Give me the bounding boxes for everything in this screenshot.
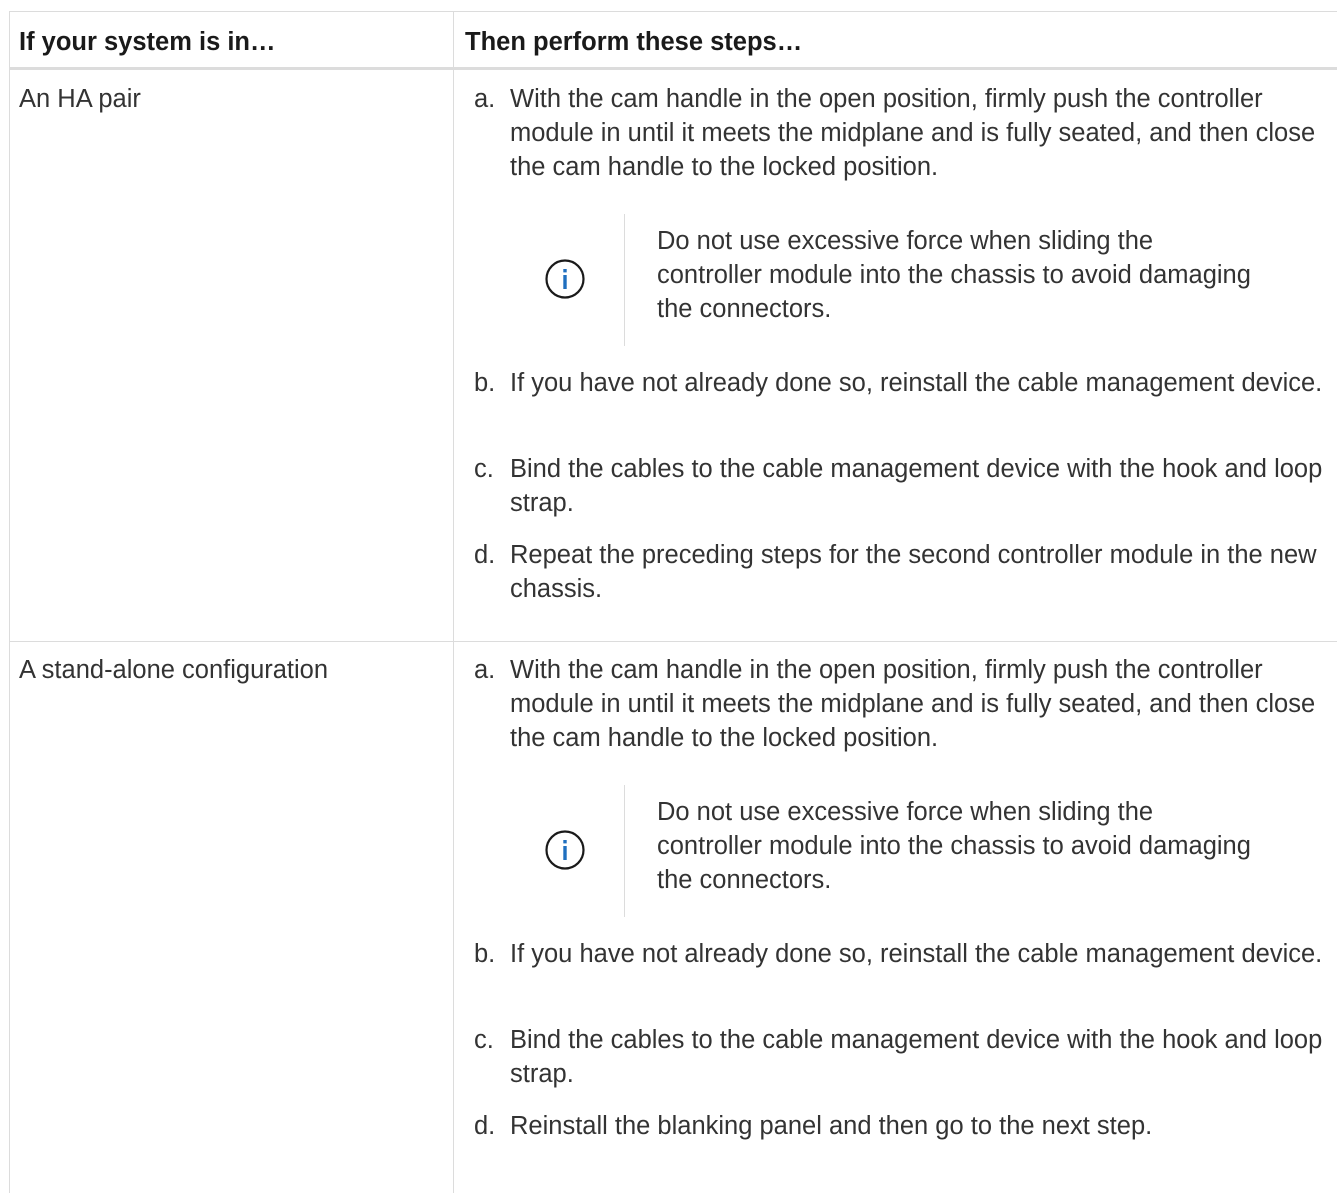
- header-divider: [10, 67, 1337, 70]
- step-marker: a.: [474, 656, 496, 684]
- list-item: a. With the cam handle in the open posit…: [474, 82, 1334, 214]
- steps-table: If your system is in… Then perform these…: [9, 11, 1337, 1193]
- column-divider: [453, 12, 454, 1193]
- header-steps: Then perform these steps…: [465, 28, 803, 56]
- note-text: Do not use excessive force when sliding …: [657, 798, 1251, 894]
- info-circle-icon: [539, 258, 591, 300]
- note-admonition: Do not use excessive force when sliding …: [474, 785, 1334, 917]
- row-2-condition: A stand-alone configuration: [19, 656, 329, 684]
- step-marker: c.: [474, 1026, 494, 1054]
- step-marker: a.: [474, 85, 496, 113]
- list-item: a. With the cam handle in the open posit…: [474, 653, 1334, 785]
- list-item: d. Repeat the preceding steps for the se…: [474, 538, 1334, 606]
- list-item: c. Bind the cables to the cable manageme…: [474, 1023, 1334, 1097]
- step-text: Repeat the preceding steps for the secon…: [510, 541, 1317, 603]
- note-divider: [624, 785, 625, 917]
- note-divider: [624, 214, 625, 346]
- step-marker: d.: [474, 1112, 496, 1140]
- note-text: Do not use excessive force when sliding …: [657, 227, 1251, 323]
- list-item: b. If you have not already done so, rein…: [474, 937, 1334, 1011]
- step-text: Reinstall the blanking panel and then go…: [510, 1112, 1153, 1140]
- step-text: With the cam handle in the open position…: [510, 656, 1316, 752]
- row-divider: [10, 641, 1337, 642]
- list-item: c. Bind the cables to the cable manageme…: [474, 452, 1334, 526]
- header-condition: If your system is in…: [19, 28, 276, 56]
- step-marker: b.: [474, 369, 496, 397]
- step-marker: d.: [474, 541, 496, 569]
- step-text: Bind the cables to the cable management …: [510, 1026, 1323, 1088]
- list-item: b. If you have not already done so, rein…: [474, 366, 1334, 440]
- step-marker: c.: [474, 455, 494, 483]
- row-1-steps: a. With the cam handle in the open posit…: [474, 82, 1334, 606]
- info-circle-icon: [539, 829, 591, 871]
- row-1-condition: An HA pair: [19, 85, 141, 113]
- step-text: With the cam handle in the open position…: [510, 85, 1316, 181]
- step-text: If you have not already done so, reinsta…: [510, 940, 1323, 968]
- table-header-row: If your system is in… Then perform these…: [10, 12, 1337, 68]
- step-text: If you have not already done so, reinsta…: [510, 369, 1323, 397]
- step-marker: b.: [474, 940, 496, 968]
- step-text: Bind the cables to the cable management …: [510, 455, 1323, 517]
- list-item: d. Reinstall the blanking panel and then…: [474, 1109, 1334, 1149]
- note-admonition: Do not use excessive force when sliding …: [474, 214, 1334, 346]
- row-2-steps: a. With the cam handle in the open posit…: [474, 653, 1334, 1149]
